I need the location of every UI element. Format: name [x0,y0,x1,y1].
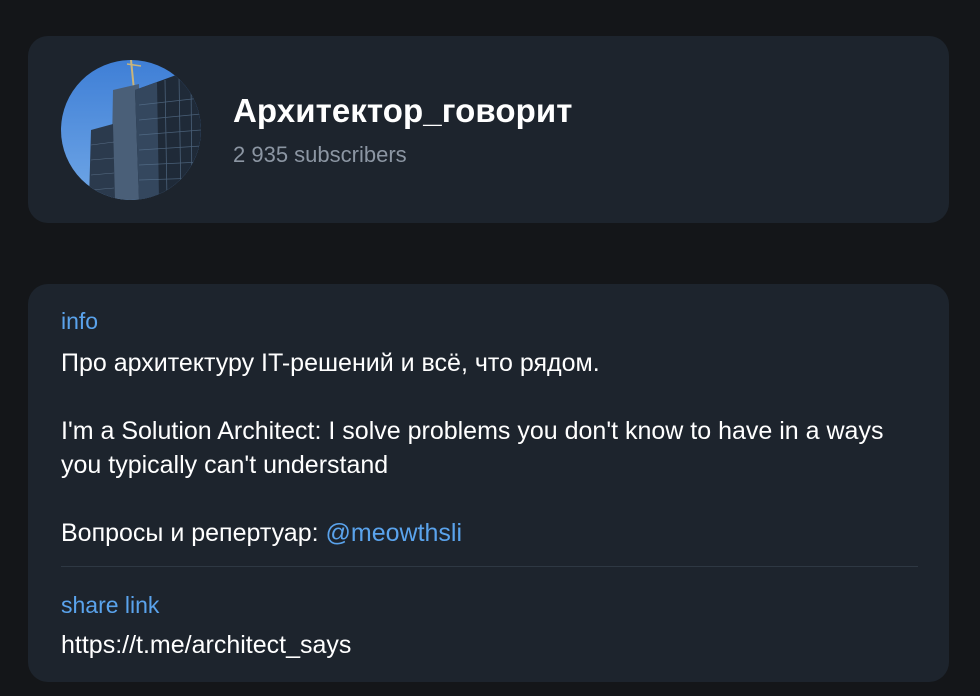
share-link-url[interactable]: https://t.me/architect_says [61,631,351,660]
channel-description: Про архитектуру IT-решений и всё, что ря… [61,346,921,550]
contact-mention-link[interactable]: @meowthsli [326,519,463,547]
share-link-label: share link [61,592,160,618]
description-line-2: I'm a Solution Architect: I solve proble… [61,417,884,479]
contact-line: Вопросы и репертуар: @meowthsli [61,516,921,550]
section-divider [61,566,918,567]
channel-info-card: info Про архитектуру IT-решений и всё, ч… [28,284,949,682]
subscriber-count: 2 935 subscribers [233,142,407,167]
channel-title: Архитектор_говорит [233,92,573,129]
channel-header-card: Архитектор_говорит 2 935 subscribers [28,36,949,223]
contact-prefix: Вопросы и репертуар: [61,519,326,547]
info-label: info [61,308,99,334]
channel-avatar[interactable] [61,60,201,200]
description-line-1: Про архитектуру IT-решений и всё, что ря… [61,349,600,377]
building-photo-icon [61,60,201,200]
